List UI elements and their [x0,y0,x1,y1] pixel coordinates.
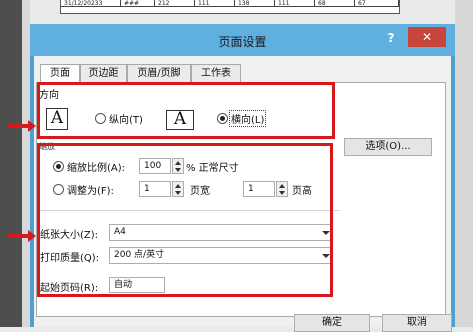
red-arrow-icon [8,120,36,132]
sheet-cell: 111 [275,0,315,7]
sheet-cell: 138 [235,0,275,7]
tab-margins[interactable]: 页边距 [80,64,127,83]
options-button[interactable]: 选项(O)... [344,138,432,156]
help-button[interactable]: ? [383,30,399,46]
tab-header-footer[interactable]: 页眉/页脚 [127,64,191,83]
background-spreadsheet: 31/12/20233 ### 212 111 138 111 68 67 [60,0,400,14]
cancel-button[interactable]: 取消 [382,314,452,332]
sheet-row: 31/12/20233 ### 212 111 138 111 68 67 [61,0,399,7]
sheet-cell: 68 [315,0,355,7]
red-arrow-icon [8,230,36,242]
close-button[interactable]: ✕ [408,27,446,47]
sheet-cell: 67 [355,0,399,7]
tab-sheet[interactable]: 工作表 [191,64,241,83]
background-app-gutter [22,0,30,327]
sheet-cell: ### [121,0,155,7]
scaling-paper-highlight-box [37,143,333,297]
sheet-cell: 111 [195,0,235,7]
orientation-highlight-box [37,82,335,139]
sheet-cell: 31/12/20233 [61,0,121,7]
sheet-cell: 212 [155,0,195,7]
tab-page[interactable]: 页面 [40,64,80,84]
background-app-edge [0,0,22,327]
background-app-edge-right [455,0,473,327]
ok-button[interactable]: 确定 [294,314,370,332]
sheet-row [61,7,399,14]
